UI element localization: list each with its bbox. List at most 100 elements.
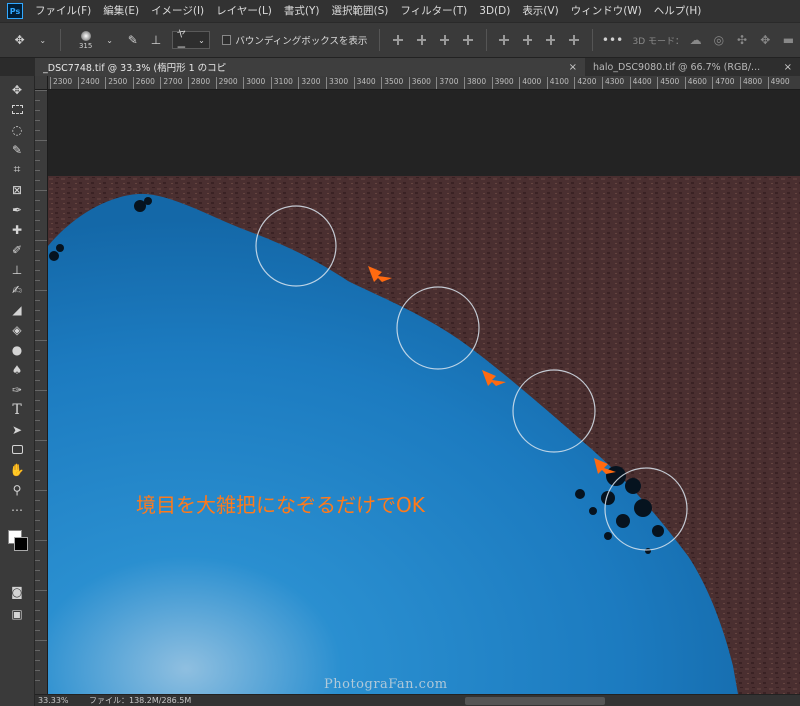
ruler-tick-label: 4400 (629, 77, 652, 89)
ruler-tick (35, 270, 40, 271)
brush-preset-picker[interactable]: 315 (73, 26, 98, 54)
ruler-tick (35, 360, 40, 361)
menu-filter[interactable]: フィルター(T) (394, 0, 473, 22)
mode-select[interactable]: ヤー ⌄ (171, 29, 210, 54)
ruler-tick-label: 4200 (574, 77, 596, 89)
chevron-down-icon: ⌄ (198, 35, 205, 45)
menu-view[interactable]: 表示(V) (516, 0, 564, 22)
ruler-tick-label: 2800 (188, 77, 210, 89)
separator (379, 29, 381, 51)
align-center-icon[interactable] (415, 33, 428, 47)
tab-document-2[interactable]: halo_DSC9080.tif @ 66.7% (RGB/... × (585, 58, 800, 76)
ruler-tick (35, 500, 40, 501)
ruler-tick-label: 4700 (712, 77, 734, 89)
ruler-tick (35, 560, 40, 561)
brush-size-label: 315 (78, 41, 93, 50)
align-left-icon[interactable] (391, 33, 404, 47)
chevron-down-icon[interactable]: ⌄ (102, 32, 117, 48)
annotation-text: 境目を大雑把になぞるだけでOK (136, 493, 425, 517)
more-tools-icon[interactable]: ⋯ (6, 500, 28, 519)
quick-mask-icon[interactable]: ◙ (6, 582, 28, 601)
ruler-tick (35, 540, 47, 541)
ruler-tick (35, 310, 40, 311)
shape-icon[interactable] (6, 440, 28, 459)
brush-settings-icon[interactable]: ✎ (125, 32, 140, 48)
ruler-tick (35, 450, 40, 451)
ruler-tick (35, 480, 40, 481)
align-right-icon[interactable] (438, 33, 451, 47)
ruler-tick (35, 390, 47, 391)
healing-icon[interactable]: ✚ (6, 220, 28, 239)
eyedropper-icon[interactable]: ✒ (6, 200, 28, 219)
ruler-tick (35, 570, 40, 571)
bucket-icon[interactable]: ◈ (6, 320, 28, 339)
photo-image (48, 176, 800, 694)
pen-icon[interactable]: ✑ (6, 380, 28, 399)
vertical-ruler[interactable] (35, 90, 48, 694)
menu-3d[interactable]: 3D(D) (473, 0, 516, 22)
close-icon[interactable]: × (784, 62, 792, 73)
path-select-icon[interactable]: ➤ (6, 420, 28, 439)
ruler-tick-label: 3400 (353, 77, 376, 89)
ruler-tick (35, 330, 40, 331)
ruler-tick (35, 100, 40, 101)
stamp-icon[interactable]: ⊥ (6, 260, 28, 279)
bounding-box-checkbox[interactable] (221, 35, 232, 45)
menu-type[interactable]: 書式(Y) (278, 0, 326, 22)
crop-icon[interactable]: ⌗ (6, 160, 28, 179)
sample-layers-icon[interactable]: ⊥ (148, 32, 163, 48)
ruler-tick-label: 3300 (326, 77, 348, 89)
menu-file[interactable]: ファイル(F) (29, 0, 97, 22)
ruler-tick-label: 4900 (767, 77, 790, 89)
roll-3d-icon[interactable]: ◎ (711, 32, 726, 48)
lasso-icon[interactable]: ◌ (6, 120, 28, 139)
close-icon[interactable]: × (569, 62, 577, 73)
zoom-level[interactable]: 33.33% (35, 696, 75, 705)
horizontal-ruler[interactable]: 2300 2400 2500 2600 2700 2800 2900 3000 3100 3200… (48, 76, 800, 90)
chevron-down-icon[interactable]: ⌄ (35, 32, 50, 48)
ruler-tick (35, 230, 40, 231)
3d-mode-label: 3D モード： (632, 36, 685, 47)
canvas-area[interactable] (48, 90, 800, 694)
menu-window[interactable]: ウィンドウ(W) (565, 0, 648, 22)
slide-3d-icon[interactable]: ✥ (758, 32, 773, 48)
brush-icon[interactable]: ✐ (6, 240, 28, 259)
ruler-tick-label: 3000 (243, 77, 265, 89)
menu-help[interactable]: ヘルプ(H) (648, 0, 708, 22)
move-icon[interactable]: ✥ (6, 80, 28, 99)
tab-document-1[interactable]: _DSC7748.tif @ 33.3% (楕円形 1 のコピ × (35, 58, 585, 76)
move-tool-preset-icon[interactable]: ✥ (12, 32, 27, 48)
ruler-tick-label: 4300 (602, 77, 624, 89)
history-brush-icon[interactable]: ✍ (6, 280, 28, 299)
ruler-origin[interactable] (35, 76, 48, 90)
hand-icon[interactable]: ✋ (6, 460, 28, 479)
color-swatches[interactable] (6, 526, 28, 556)
drag-3d-icon[interactable]: ✣ (734, 32, 749, 48)
distribute-horizontal-icon[interactable] (567, 33, 580, 47)
options-bar: ✥ ⌄ 315 ⌄ ✎ ⊥ ヤー ⌄ バウンディングボックスを表示 ••• 3D… (0, 22, 800, 58)
type-icon[interactable]: T (6, 400, 28, 419)
screen-mode-icon[interactable]: ▣ (6, 604, 28, 623)
distribute-top-icon[interactable] (497, 33, 510, 47)
distribute-bottom-icon[interactable] (544, 33, 557, 47)
frame-icon[interactable]: ⊠ (6, 180, 28, 199)
eraser-icon[interactable]: ◢ (6, 300, 28, 319)
menu-layer[interactable]: レイヤー(L) (210, 0, 278, 22)
menu-select[interactable]: 選択範囲(S) (326, 0, 395, 22)
more-options-icon[interactable]: ••• (602, 32, 623, 48)
menu-image[interactable]: イメージ(I) (145, 0, 210, 22)
orbit-3d-icon[interactable]: ☁ (688, 32, 703, 48)
file-size-info[interactable]: ファイル：138.2M/286.5M (75, 695, 191, 706)
zoom-icon[interactable]: ⚲ (6, 480, 28, 499)
menu-edit[interactable]: 編集(E) (97, 0, 145, 22)
blur-icon[interactable]: ● (6, 340, 28, 359)
distribute-middle-icon[interactable] (521, 33, 534, 47)
camera-3d-icon[interactable]: ▬ (781, 32, 796, 48)
ruler-tick (35, 120, 40, 121)
horizontal-scrollbar[interactable] (465, 697, 605, 705)
marquee-icon[interactable] (6, 100, 28, 119)
background-color-swatch[interactable] (14, 537, 28, 551)
dodge-icon[interactable]: ♠ (6, 360, 28, 379)
align-top-icon[interactable] (461, 33, 474, 47)
quick-select-icon[interactable]: ✎ (6, 140, 28, 159)
